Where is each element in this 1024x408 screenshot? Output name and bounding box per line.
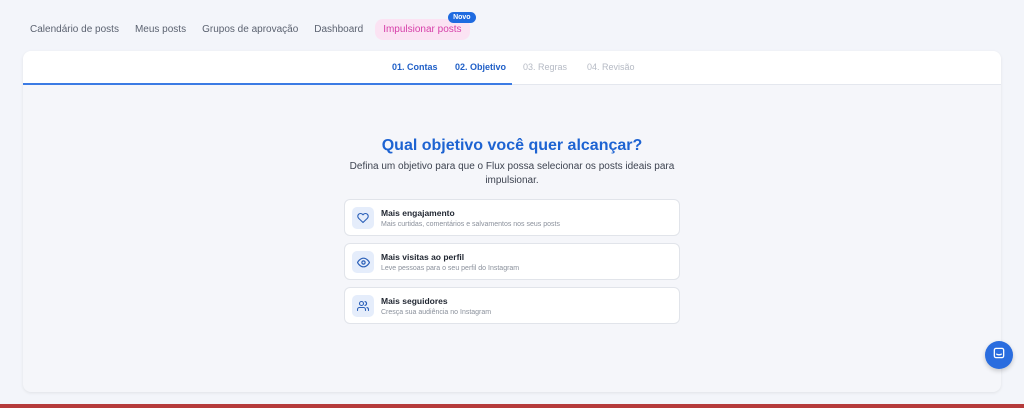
nav-item-calendar[interactable]: Calendário de posts	[22, 19, 127, 40]
page-subtitle: Defina um objetivo para que o Flux possa…	[349, 161, 675, 186]
heart-icon	[352, 207, 374, 229]
nav-item-boost-posts[interactable]: Impulsionar posts Novo	[375, 11, 476, 40]
option-title: Mais engajamento	[381, 208, 455, 218]
steps-bar: 01. Contas 02. Objetivo 03. Regras 04. R…	[23, 51, 1001, 85]
wizard-card: 01. Contas 02. Objetivo 03. Regras 04. R…	[23, 51, 1001, 392]
step-review[interactable]: 04. Revisão	[587, 62, 635, 72]
page-title: Qual objetivo você quer alcançar?	[381, 137, 643, 154]
top-nav: Calendário de posts Meus posts Grupos de…	[22, 11, 476, 40]
option-description: Mais curtidas, comentários e salvamentos…	[381, 221, 560, 228]
step-objective[interactable]: 02. Objetivo	[455, 62, 506, 72]
option-followers[interactable]: Mais seguidores Cresça sua audiência no …	[344, 287, 680, 324]
option-profile-visits[interactable]: Mais visitas ao perfil Leve pessoas para…	[344, 243, 680, 280]
step-accounts[interactable]: 01. Contas	[392, 62, 438, 72]
nav-item-dashboard[interactable]: Dashboard	[306, 19, 371, 40]
nav-item-my-posts[interactable]: Meus posts	[127, 19, 194, 40]
option-description: Cresça sua audiência no Instagram	[381, 309, 492, 316]
steps-progress-line	[23, 83, 512, 85]
window-bottom-edge	[0, 404, 1024, 408]
nav-item-approval-groups[interactable]: Grupos de aprovação	[194, 19, 306, 40]
objective-options: Mais engajamento Mais curtidas, comentár…	[344, 199, 680, 331]
chat-icon	[992, 346, 1006, 365]
option-engagement[interactable]: Mais engajamento Mais curtidas, comentár…	[344, 199, 680, 236]
eye-icon	[352, 251, 374, 273]
option-title: Mais seguidores	[381, 296, 448, 306]
users-icon	[352, 295, 374, 317]
new-badge: Novo	[448, 11, 476, 23]
nav-item-boost-posts-label: Impulsionar posts	[383, 23, 462, 35]
option-title: Mais visitas ao perfil	[381, 252, 465, 262]
step-rules[interactable]: 03. Regras	[523, 62, 567, 72]
chat-launcher-button[interactable]	[985, 341, 1013, 369]
option-description: Leve pessoas para o seu perfil do Instag…	[381, 265, 520, 272]
